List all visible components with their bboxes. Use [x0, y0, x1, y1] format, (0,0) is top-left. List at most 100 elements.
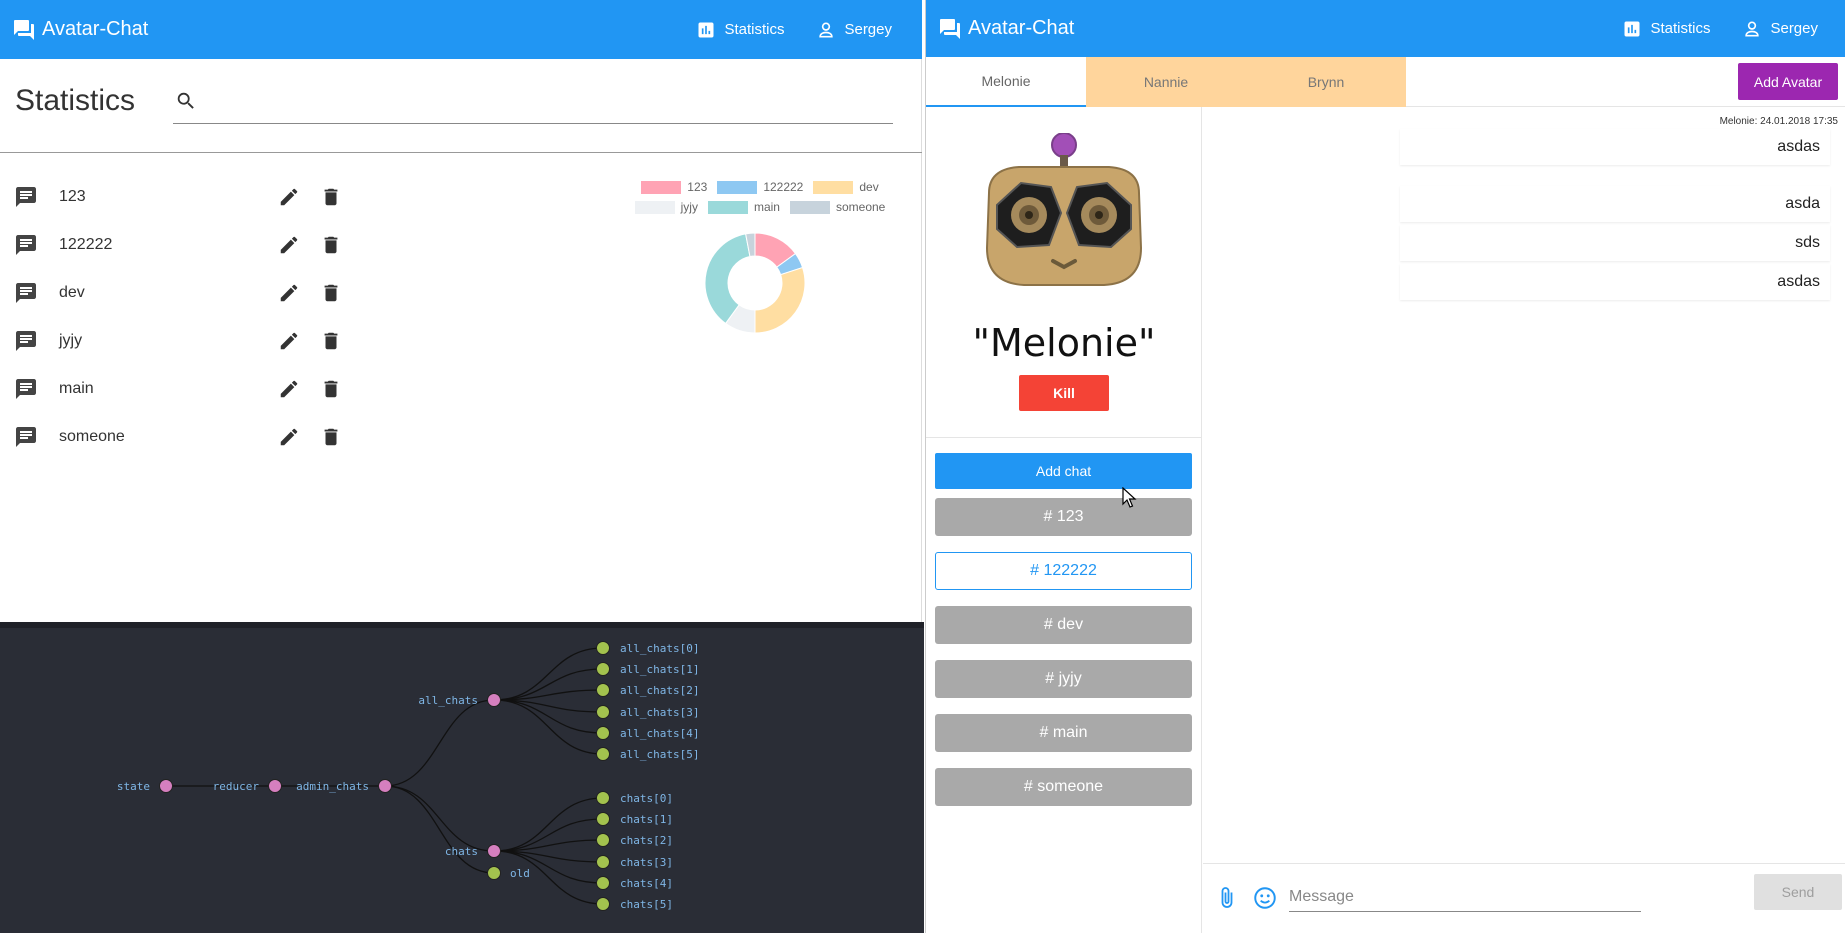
- message-input[interactable]: [1289, 882, 1641, 912]
- donut-slice-dev[interactable]: [754, 266, 806, 334]
- avatar-name: "Melonie": [972, 321, 1156, 365]
- statistics-nav-button[interactable]: Statistics: [1622, 19, 1710, 39]
- tree-leaf-node[interactable]: [596, 791, 610, 805]
- chat-list-item[interactable]: main: [14, 365, 354, 413]
- emoji-icon[interactable]: [1252, 885, 1278, 911]
- chat-bubble-icon: [16, 427, 36, 447]
- chat-list-item[interactable]: dev: [14, 269, 354, 317]
- legend-item[interactable]: jyjy: [634, 200, 698, 214]
- tree-link: [384, 785, 495, 874]
- forum-icon: [14, 19, 34, 40]
- tab-melonie[interactable]: Melonie: [926, 57, 1086, 107]
- room-button[interactable]: # dev: [935, 606, 1192, 644]
- tree-node-state[interactable]: [159, 779, 173, 793]
- forum-icon: [940, 18, 960, 39]
- legend-swatch: [641, 180, 682, 194]
- chat-bubble-icon: [16, 187, 36, 207]
- brand[interactable]: Avatar-Chat: [926, 17, 1074, 41]
- tree-leaf-label: all_chats[5]: [620, 748, 699, 761]
- right-browser-pane: Avatar-Chat Statistics Sergey Melonie Na…: [925, 0, 1845, 933]
- tree-node-label: admin_chats: [296, 780, 369, 793]
- tree-leaf-node[interactable]: [596, 726, 610, 740]
- legend-item[interactable]: someone: [789, 200, 885, 214]
- delete-icon[interactable]: [320, 378, 342, 400]
- delete-icon[interactable]: [320, 330, 342, 352]
- chat-list-item[interactable]: 123: [14, 173, 354, 221]
- brand[interactable]: Avatar-Chat: [0, 18, 148, 42]
- user-nav-button[interactable]: Sergey: [816, 20, 892, 40]
- chat-list-item[interactable]: someone: [14, 413, 354, 461]
- delete-icon[interactable]: [320, 282, 342, 304]
- user-nav-button[interactable]: Sergey: [1742, 19, 1818, 39]
- tree-leaf-label: chats[4]: [620, 877, 673, 890]
- delete-icon[interactable]: [320, 234, 342, 256]
- edit-icon[interactable]: [278, 282, 300, 304]
- send-button[interactable]: Send: [1754, 874, 1842, 910]
- tree-node-old[interactable]: [487, 866, 501, 880]
- tree-node-all-chats[interactable]: [487, 693, 501, 707]
- avatar-tabs: Melonie Nannie Brynn Add Avatar: [926, 57, 1845, 107]
- message-bubble: asdas: [1400, 129, 1830, 165]
- top-nav: Statistics Sergey: [1622, 0, 1818, 57]
- tree-node-reducer[interactable]: [268, 779, 282, 793]
- chat-name: 122222: [59, 236, 113, 253]
- tree-leaf-node[interactable]: [596, 641, 610, 655]
- chat-name: jyjy: [59, 332, 83, 349]
- tree-leaf-node[interactable]: [596, 662, 610, 676]
- bar-chart-icon: [698, 22, 714, 37]
- donut-chart: [704, 232, 806, 334]
- edit-icon[interactable]: [278, 234, 300, 256]
- tree-leaf-label: chats[5]: [620, 898, 673, 911]
- tree-leaf-node[interactable]: [596, 876, 610, 890]
- tree-leaf-label: chats[1]: [620, 813, 673, 826]
- search-input[interactable]: [209, 88, 879, 118]
- add-chat-button[interactable]: Add chat: [935, 453, 1192, 489]
- legend-item[interactable]: main: [707, 200, 780, 214]
- chat-list-item[interactable]: 122222: [14, 221, 354, 269]
- room-button[interactable]: # 122222: [935, 552, 1192, 590]
- message-area: Melonie: 24.01.2018 17:35 asdas asda sds as…: [1203, 107, 1845, 863]
- legend-item[interactable]: 122222: [717, 180, 803, 194]
- tree-leaf-node[interactable]: [596, 812, 610, 826]
- statistics-view: Avatar-Chat Statistics Sergey Statistics: [0, 0, 922, 622]
- tree-leaf-node[interactable]: [596, 747, 610, 761]
- right-app-bar: Avatar-Chat Statistics Sergey: [926, 0, 1845, 57]
- tree-node-label: state: [117, 780, 150, 793]
- legend-swatch: [789, 200, 830, 214]
- message-bubble: asdas: [1400, 264, 1830, 300]
- statistics-nav-button[interactable]: Statistics: [696, 20, 784, 40]
- person-icon: [819, 21, 834, 37]
- chart-legend: 123 122222 dev jyjy main someone: [620, 180, 900, 220]
- edit-icon[interactable]: [278, 426, 300, 448]
- kill-button[interactable]: Kill: [1019, 375, 1109, 411]
- chat-list-item[interactable]: jyjy: [14, 317, 354, 365]
- left-browser-pane: Avatar-Chat Statistics Sergey Statistics: [0, 0, 924, 933]
- legend-item[interactable]: dev: [813, 180, 879, 194]
- tree-leaf-node[interactable]: [596, 683, 610, 697]
- tree-leaf-node[interactable]: [596, 705, 610, 719]
- tree-node-admin-chats[interactable]: [378, 779, 392, 793]
- robot-avatar-image: [985, 133, 1143, 286]
- edit-icon[interactable]: [278, 378, 300, 400]
- legend-item[interactable]: 123: [641, 180, 707, 194]
- delete-icon[interactable]: [320, 426, 342, 448]
- room-button[interactable]: # someone: [935, 768, 1192, 806]
- tree-leaf-node[interactable]: [596, 833, 610, 847]
- tab-brynn[interactable]: Brynn: [1246, 57, 1406, 107]
- room-button[interactable]: # 123: [935, 498, 1192, 536]
- legend-label: jyjy: [680, 200, 698, 214]
- add-avatar-button[interactable]: Add Avatar: [1738, 63, 1838, 100]
- delete-icon[interactable]: [320, 186, 342, 208]
- attach-icon[interactable]: [1215, 885, 1239, 911]
- legend-swatch: [813, 180, 854, 194]
- tab-nannie[interactable]: Nannie: [1086, 57, 1246, 107]
- edit-icon[interactable]: [278, 186, 300, 208]
- tree-leaf-node[interactable]: [596, 897, 610, 911]
- tree-node-label: all_chats: [418, 694, 478, 707]
- tree-leaf-node[interactable]: [596, 855, 610, 869]
- room-button[interactable]: # jyjy: [935, 660, 1192, 698]
- legend-label: main: [753, 200, 780, 214]
- tree-node-chats[interactable]: [487, 844, 501, 858]
- room-button[interactable]: # main: [935, 714, 1192, 752]
- edit-icon[interactable]: [278, 330, 300, 352]
